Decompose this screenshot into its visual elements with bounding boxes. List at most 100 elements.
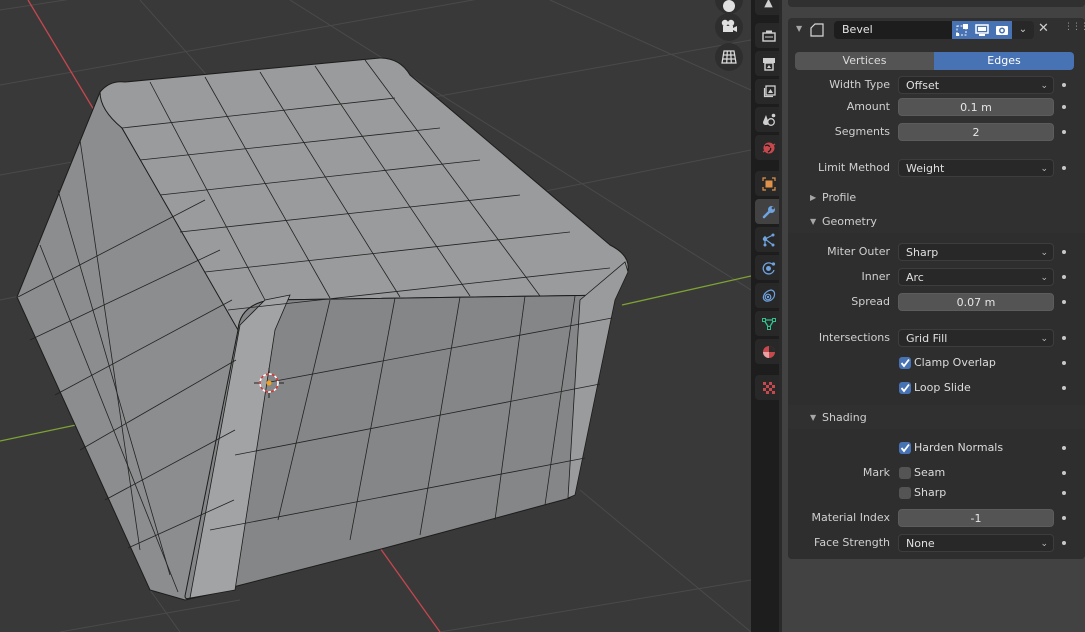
shading-subpanel-header[interactable]: ▼ Shading [788, 407, 1085, 429]
mark-seam-checkbox[interactable] [899, 467, 911, 479]
mark-seam-label[interactable]: Seam [914, 466, 945, 479]
close-icon[interactable]: ✕ [1038, 21, 1049, 36]
affect-edges-tab[interactable]: Edges [934, 52, 1074, 70]
camera-icon [721, 19, 737, 32]
affect-vertices-tab[interactable]: Vertices [795, 52, 934, 70]
collapse-arrow-icon: ▼ [810, 413, 817, 422]
ortho-toggle-gizmo[interactable] [715, 43, 743, 71]
camera-render-icon [996, 26, 1008, 35]
checkmark-icon [900, 443, 910, 453]
tab-material[interactable] [755, 339, 782, 364]
drag-handle-icon[interactable]: ⋮⋮⋮ [1064, 22, 1085, 32]
particles-icon [762, 233, 774, 246]
monitor-icon [975, 24, 989, 36]
clamp-overlap-checkbox[interactable] [899, 357, 911, 369]
y-axis-line-right [621, 275, 751, 306]
material-index-field[interactable]: -1 [898, 509, 1054, 527]
bevel-modifier-icon [810, 23, 824, 37]
inner-value: Arc [906, 271, 924, 284]
tab-modifiers[interactable] [755, 199, 782, 224]
intersections-dropdown[interactable]: Grid Fill ⌄ [898, 329, 1054, 347]
edit-mode-toggle[interactable] [952, 21, 972, 39]
tab-object[interactable] [755, 171, 782, 196]
loop-slide-checkbox[interactable] [899, 382, 911, 394]
tab-output[interactable] [755, 51, 782, 76]
segments-field[interactable]: 2 [898, 123, 1054, 141]
keyframe-dot[interactable] [1062, 446, 1066, 450]
limit-method-dropdown[interactable]: Weight ⌄ [898, 159, 1054, 177]
harden-normals-checkbox[interactable] [899, 442, 911, 454]
keyframe-dot[interactable] [1062, 516, 1066, 520]
inner-label: Inner [861, 270, 890, 283]
previous-panel [788, 0, 1085, 7]
modifier-options-dropdown[interactable]: ⌄ [1012, 21, 1034, 39]
collapse-arrow-icon: ▼ [810, 217, 817, 226]
inner-miter-dropdown[interactable]: Arc ⌄ [898, 268, 1054, 286]
properties-editor: ▼ Bevel ⌄ ✕ ⋮⋮⋮ Vertices Edges Width Typ… [782, 0, 1085, 632]
tab-world[interactable] [755, 135, 782, 160]
mark-sharp-label[interactable]: Sharp [914, 486, 946, 499]
keyframe-dot[interactable] [1062, 491, 1066, 495]
viewport-display-toggle[interactable] [972, 21, 992, 39]
camera-view-gizmo[interactable] [715, 13, 743, 41]
loop-slide-label[interactable]: Loop Slide [914, 381, 971, 394]
spread-field[interactable]: 0.07 m [898, 293, 1054, 311]
keyframe-dot[interactable] [1062, 250, 1066, 254]
keyframe-dot[interactable] [1062, 361, 1066, 365]
3d-viewport[interactable] [0, 0, 751, 632]
wrench-icon [762, 205, 775, 218]
face-strength-dropdown[interactable]: None ⌄ [898, 534, 1054, 552]
geometry-label: Geometry [822, 215, 877, 228]
amount-field[interactable]: 0.1 m [898, 98, 1054, 116]
collapse-arrow-icon[interactable]: ▼ [796, 24, 802, 33]
profile-subpanel-header[interactable]: ▶ Profile [788, 187, 1085, 209]
keyframe-dot[interactable] [1062, 386, 1066, 390]
keyframe-dot[interactable] [1062, 336, 1066, 340]
keyframe-dot[interactable] [1062, 541, 1066, 545]
render-toggle[interactable] [992, 21, 1012, 39]
blender-window: ▲ ▼ Bevel ⌄ ✕ ⋮⋮⋮ Vertices Edges Width T… [0, 0, 1085, 632]
keyframe-dot[interactable] [1062, 83, 1066, 87]
tab-data[interactable] [755, 311, 782, 336]
tab-render[interactable] [755, 23, 782, 48]
modifier-name-field[interactable]: Bevel [834, 21, 952, 39]
clamp-overlap-label[interactable]: Clamp Overlap [914, 356, 996, 369]
checkmark-icon [900, 383, 910, 393]
width-type-dropdown[interactable]: Offset ⌄ [898, 76, 1054, 94]
keyframe-dot[interactable] [1062, 166, 1066, 170]
tab-texture[interactable] [755, 375, 782, 400]
shading-label: Shading [822, 411, 867, 424]
amount-label: Amount [846, 100, 890, 113]
mark-sharp-checkbox[interactable] [899, 487, 911, 499]
tab-view-layer[interactable] [755, 79, 782, 104]
keyframe-dot[interactable] [1062, 130, 1066, 134]
keyframe-dot[interactable] [1062, 471, 1066, 475]
keyframe-dot[interactable] [1062, 300, 1066, 304]
face-strength-value: None [906, 537, 935, 550]
chevron-down-icon: ⌄ [1040, 334, 1048, 344]
tab-physics[interactable] [755, 255, 782, 280]
world-icon [762, 142, 775, 153]
miter-outer-dropdown[interactable]: Sharp ⌄ [898, 243, 1054, 261]
beveled-cube-mesh[interactable] [16, 57, 629, 601]
keyframe-dot[interactable] [1062, 105, 1066, 109]
keyframe-dot[interactable] [1062, 275, 1066, 279]
tab-particles[interactable] [755, 227, 782, 252]
modifier-header: ▼ Bevel ⌄ ✕ ⋮⋮⋮ [788, 18, 1085, 42]
y-axis-line [0, 424, 77, 442]
expand-arrow-icon: ▶ [810, 193, 817, 202]
harden-normals-label[interactable]: Harden Normals [914, 441, 1003, 454]
grid-icon [721, 50, 737, 64]
properties-tabs: ▲ [751, 0, 782, 632]
tab-tool[interactable]: ▲ [755, 0, 782, 15]
limit-method-label: Limit Method [817, 161, 890, 174]
bevel-modifier-panel: ▼ Bevel ⌄ ✕ ⋮⋮⋮ Vertices Edges Width Typ… [788, 18, 1085, 559]
geometry-subpanel-header[interactable]: ▼ Geometry [788, 211, 1085, 233]
width-type-value: Offset [906, 79, 940, 92]
chevron-down-icon: ⌄ [1040, 248, 1048, 258]
spread-label: Spread [851, 295, 890, 308]
chevron-down-icon: ⌄ [1018, 24, 1028, 35]
tab-scene[interactable] [755, 107, 782, 132]
texture-icon [762, 381, 775, 394]
tab-constraints[interactable] [755, 283, 782, 308]
